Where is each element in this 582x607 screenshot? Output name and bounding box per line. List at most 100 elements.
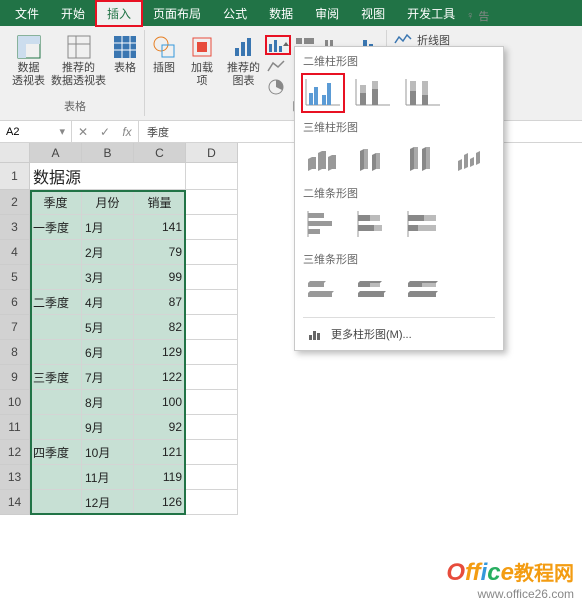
stacked-bar-3d[interactable]: [353, 273, 393, 309]
row-header[interactable]: 12: [0, 440, 30, 465]
data-cell[interactable]: [30, 390, 82, 415]
data-cell[interactable]: 92: [134, 415, 186, 440]
enter-formula-button[interactable]: ✓: [94, 121, 116, 142]
recommended-pivot-button[interactable]: 推荐的 数据透视表: [51, 34, 106, 88]
stacked-column-2d[interactable]: [353, 75, 393, 111]
clustered-bar-3d[interactable]: [303, 273, 343, 309]
data-cell[interactable]: 129: [134, 340, 186, 365]
stacked-column-3d-100[interactable]: [403, 141, 443, 177]
stacked-bar-100[interactable]: [403, 207, 443, 243]
data-cell[interactable]: 9月: [82, 415, 134, 440]
header-cell[interactable]: 季度: [30, 190, 82, 215]
data-cell[interactable]: 二季度: [30, 290, 82, 315]
tab-developer[interactable]: 开发工具: [396, 1, 466, 26]
row-header[interactable]: 13: [0, 465, 30, 490]
tab-page-layout[interactable]: 页面布局: [142, 1, 212, 26]
row-header[interactable]: 8: [0, 340, 30, 365]
data-cell[interactable]: 2月: [82, 240, 134, 265]
row-header[interactable]: 11: [0, 415, 30, 440]
stacked-column-3d[interactable]: [353, 141, 393, 177]
data-cell[interactable]: 6月: [82, 340, 134, 365]
data-cell[interactable]: 3月: [82, 265, 134, 290]
data-cell[interactable]: 10月: [82, 440, 134, 465]
data-cell[interactable]: [30, 490, 82, 515]
row-header[interactable]: 6: [0, 290, 30, 315]
formula-input[interactable]: 季度: [139, 124, 177, 140]
data-cell[interactable]: 141: [134, 215, 186, 240]
row-header[interactable]: 7: [0, 315, 30, 340]
row-header[interactable]: 2: [0, 190, 30, 215]
select-all-cell[interactable]: [0, 143, 30, 163]
cell[interactable]: [186, 365, 238, 390]
data-cell[interactable]: [30, 315, 82, 340]
column-3d[interactable]: [453, 141, 493, 177]
row-header[interactable]: 4: [0, 240, 30, 265]
data-cell[interactable]: 82: [134, 315, 186, 340]
data-cell[interactable]: 87: [134, 290, 186, 315]
recommended-charts-button[interactable]: 推荐的 图表: [227, 34, 260, 88]
clustered-column-2d[interactable]: [303, 75, 343, 111]
cell[interactable]: [186, 265, 238, 290]
data-cell[interactable]: [30, 465, 82, 490]
data-cell[interactable]: 5月: [82, 315, 134, 340]
cell[interactable]: [186, 290, 238, 315]
data-cell[interactable]: [30, 265, 82, 290]
tab-insert[interactable]: 插入: [96, 1, 142, 26]
tab-view[interactable]: 视图: [350, 1, 396, 26]
illustrations-button[interactable]: 插图: [151, 34, 177, 75]
column-header[interactable]: A: [30, 143, 82, 163]
more-column-charts[interactable]: 更多柱形图(M)...: [303, 317, 495, 350]
clustered-column-3d[interactable]: [303, 141, 343, 177]
data-cell[interactable]: 119: [134, 465, 186, 490]
row-header[interactable]: 3: [0, 215, 30, 240]
tell-me[interactable]: ♀告: [466, 2, 489, 24]
data-cell[interactable]: 一季度: [30, 215, 82, 240]
cell[interactable]: [186, 340, 238, 365]
data-cell[interactable]: 11月: [82, 465, 134, 490]
cell[interactable]: [186, 415, 238, 440]
cell[interactable]: [186, 190, 238, 215]
row-header[interactable]: 5: [0, 265, 30, 290]
column-header[interactable]: B: [82, 143, 134, 163]
header-cell[interactable]: 月份: [82, 190, 134, 215]
cell[interactable]: [186, 490, 238, 515]
stacked-column-100[interactable]: [403, 75, 443, 111]
cell[interactable]: [186, 163, 238, 190]
clustered-bar-2d[interactable]: [303, 207, 343, 243]
title-cell[interactable]: 数据源: [30, 163, 186, 190]
cell[interactable]: [186, 465, 238, 490]
stacked-bar-2d[interactable]: [353, 207, 393, 243]
tab-file[interactable]: 文件: [4, 1, 50, 26]
header-cell[interactable]: 销量: [134, 190, 186, 215]
data-cell[interactable]: 1月: [82, 215, 134, 240]
data-cell[interactable]: 100: [134, 390, 186, 415]
data-cell[interactable]: 121: [134, 440, 186, 465]
tab-data[interactable]: 数据: [258, 1, 304, 26]
row-header[interactable]: 14: [0, 490, 30, 515]
cell[interactable]: [186, 440, 238, 465]
stacked-bar-3d-100[interactable]: [403, 273, 443, 309]
data-cell[interactable]: 7月: [82, 365, 134, 390]
row-header[interactable]: 1: [0, 163, 30, 190]
data-cell[interactable]: 99: [134, 265, 186, 290]
line-chart-dropdown[interactable]: [266, 57, 290, 75]
data-cell[interactable]: [30, 340, 82, 365]
tab-home[interactable]: 开始: [50, 1, 96, 26]
cell[interactable]: [186, 215, 238, 240]
tab-formulas[interactable]: 公式: [212, 1, 258, 26]
column-header[interactable]: C: [134, 143, 186, 163]
fx-button[interactable]: fx: [116, 121, 138, 142]
table-button[interactable]: 表格: [112, 34, 138, 75]
data-cell[interactable]: 三季度: [30, 365, 82, 390]
row-header[interactable]: 9: [0, 365, 30, 390]
data-cell[interactable]: 126: [134, 490, 186, 515]
cell[interactable]: [186, 240, 238, 265]
data-cell[interactable]: 4月: [82, 290, 134, 315]
column-header[interactable]: D: [186, 143, 238, 163]
data-cell[interactable]: [30, 415, 82, 440]
pie-chart-dropdown[interactable]: [266, 78, 290, 96]
data-cell[interactable]: 12月: [82, 490, 134, 515]
data-cell[interactable]: 四季度: [30, 440, 82, 465]
column-chart-dropdown[interactable]: [266, 36, 290, 54]
cell[interactable]: [186, 390, 238, 415]
